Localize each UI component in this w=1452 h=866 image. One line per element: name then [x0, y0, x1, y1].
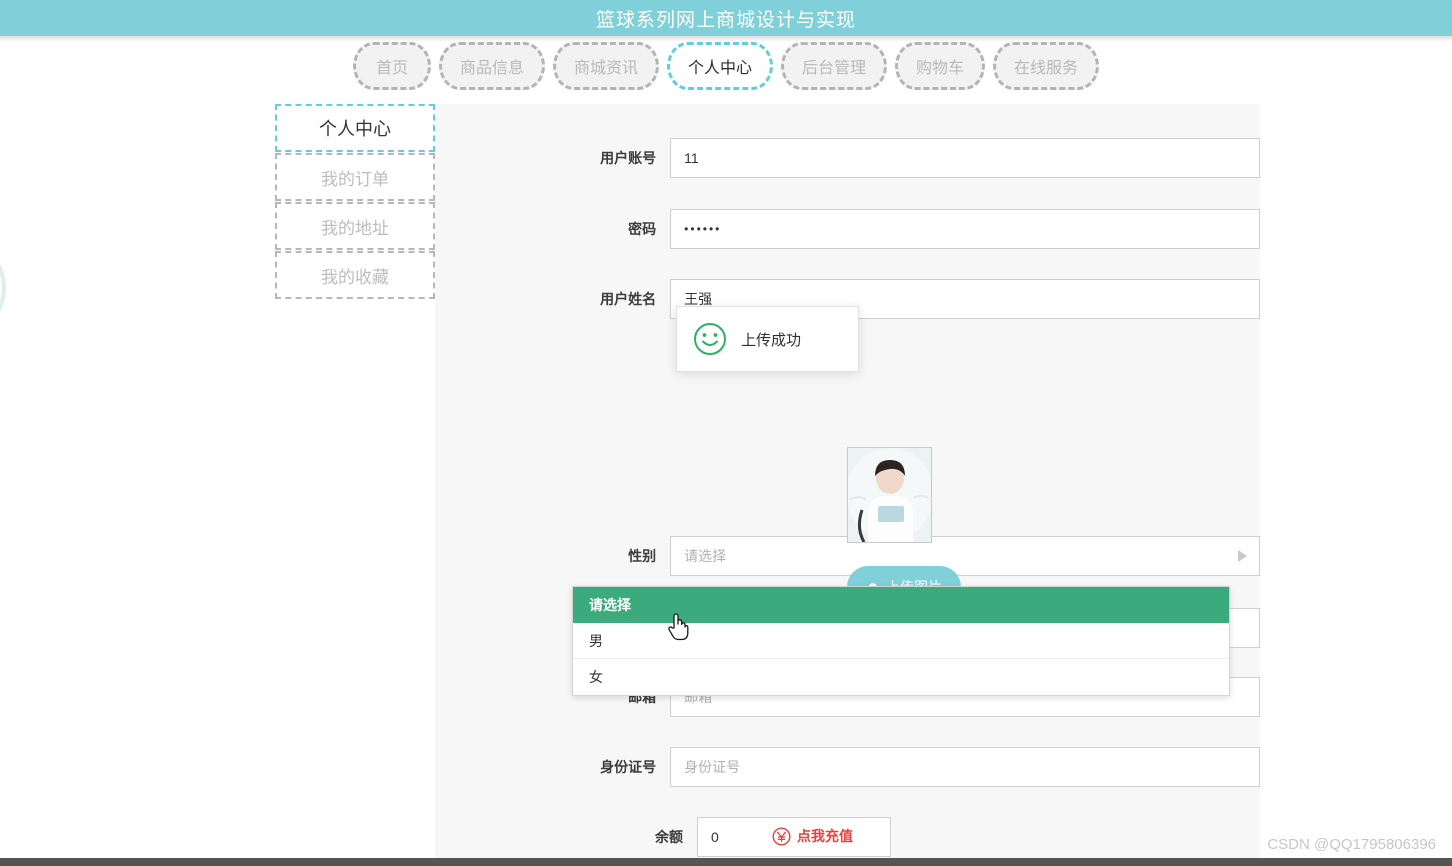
- sidebar-item-label: 我的地址: [321, 218, 389, 238]
- recharge-label: 点我充值: [797, 828, 853, 844]
- label-balance: 余额: [655, 829, 683, 845]
- label-gender: 性别: [628, 548, 657, 564]
- watermark: CSDN @QQ1795806396: [1267, 836, 1436, 853]
- sidebar: 个人中心 我的订单 我的地址 我的收藏: [275, 104, 435, 712]
- bottom-bar: [0, 858, 1452, 866]
- nav-tab-cart[interactable]: 购物车: [895, 42, 986, 90]
- label-idcard: 身份证号: [600, 759, 657, 775]
- chevron-right-icon: [1238, 550, 1247, 562]
- decorative-arcs: [0, 264, 6, 312]
- dropdown-option-male[interactable]: 男: [573, 623, 1229, 659]
- nav-tab-label: 个人中心: [687, 60, 752, 77]
- nav-tab-label: 首页: [375, 60, 408, 77]
- avatar: [847, 447, 932, 543]
- dropdown-option-label: 请选择: [589, 597, 631, 613]
- dropdown-option-label: 男: [589, 633, 603, 649]
- sidebar-item-my-favorites[interactable]: 我的收藏: [275, 251, 435, 299]
- sidebar-item-my-address[interactable]: 我的地址: [275, 202, 435, 250]
- nav-tab-home[interactable]: 首页: [352, 42, 431, 90]
- nav-tab-label: 后台管理: [802, 60, 867, 77]
- site-header: 篮球系列网上商城设计与实现: [0, 0, 1452, 36]
- sidebar-item-label: 我的收藏: [321, 267, 389, 287]
- toast-message: 上传成功: [741, 331, 802, 349]
- dropdown-option-label: 女: [589, 669, 603, 685]
- idcard-input[interactable]: [670, 747, 1260, 787]
- main-navigation: 首页 商品信息 商城资讯 个人中心 后台管理 购物车 在线服务: [0, 42, 1452, 104]
- header-shadow: [0, 36, 1452, 42]
- sidebar-item-personal-center[interactable]: 个人中心: [275, 104, 435, 152]
- yen-circle-icon: [772, 826, 791, 846]
- smiley-face-icon: [694, 323, 726, 355]
- password-input[interactable]: ••••••: [670, 209, 1260, 249]
- nav-tab-online-service[interactable]: 在线服务: [993, 42, 1100, 90]
- nav-tab-products[interactable]: 商品信息: [438, 42, 545, 90]
- toast-notification: 上传成功: [676, 306, 859, 372]
- dropdown-option-female[interactable]: 女: [573, 659, 1229, 695]
- sidebar-item-label: 个人中心: [319, 119, 391, 139]
- label-username: 用户姓名: [600, 291, 657, 307]
- page-title: 篮球系列网上商城设计与实现: [595, 9, 856, 31]
- recharge-link[interactable]: 点我充值: [772, 826, 853, 846]
- nav-tab-label: 商品信息: [459, 60, 524, 77]
- nav-tab-label: 在线服务: [1014, 60, 1079, 77]
- account-input[interactable]: [670, 138, 1260, 178]
- form-row-password: 密码 ••••••: [435, 209, 1260, 249]
- gender-select-value: 请选择: [684, 548, 727, 564]
- avatar-image: [848, 448, 931, 542]
- nav-tab-admin[interactable]: 后台管理: [781, 42, 888, 90]
- sidebar-item-my-orders[interactable]: 我的订单: [275, 153, 435, 201]
- sidebar-item-label: 我的订单: [321, 169, 389, 189]
- form-row-idcard: 身份证号: [435, 747, 1260, 787]
- gender-dropdown-list: 请选择 男 女: [572, 586, 1230, 696]
- gender-select[interactable]: 请选择: [670, 536, 1260, 576]
- nav-tab-personal-center[interactable]: 个人中心: [666, 42, 773, 90]
- nav-tab-news[interactable]: 商城资讯: [552, 42, 659, 90]
- nav-tab-label: 商城资讯: [573, 60, 638, 77]
- page-body: 个人中心 我的订单 我的地址 我的收藏 用户账号 密码 •••••• 用户姓名: [275, 104, 1260, 862]
- label-account: 用户账号: [600, 150, 657, 166]
- label-password: 密码: [628, 221, 657, 237]
- password-value: ••••••: [684, 222, 722, 236]
- form-row-account: 用户账号: [435, 138, 1260, 178]
- dropdown-option-placeholder[interactable]: 请选择: [573, 587, 1229, 623]
- nav-tab-label: 购物车: [916, 60, 965, 77]
